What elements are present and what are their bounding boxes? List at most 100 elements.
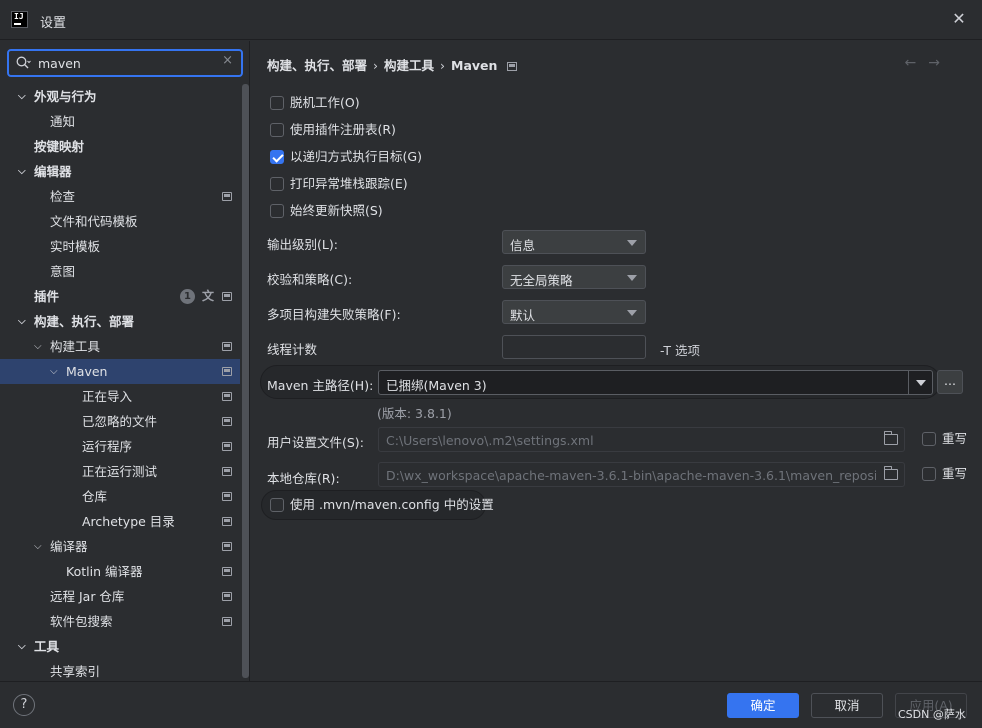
checkbox-checked[interactable] xyxy=(270,150,284,164)
checkbox[interactable] xyxy=(270,204,284,218)
sidebar-item[interactable]: 插件 1 文 xyxy=(0,284,240,309)
local-repo-value: D:\wx_workspace\apache-maven-3.6.1-bin\a… xyxy=(386,468,876,483)
chevron-down-icon[interactable]: ⌵ xyxy=(18,84,30,109)
dialog-footer: ? 确定 取消 应用(A) CSDN @萨水 xyxy=(0,681,982,728)
checkbox[interactable] xyxy=(270,96,284,110)
user-settings-value: C:\Users\lenovo\.m2\settings.xml xyxy=(386,433,594,448)
back-arrow-icon[interactable]: ← xyxy=(905,55,929,71)
project-scope-icon xyxy=(222,292,232,301)
sidebar-item[interactable]: 正在运行测试 xyxy=(0,459,240,484)
search-input[interactable] xyxy=(38,54,218,72)
sidebar-item[interactable]: 软件包搜索 xyxy=(0,609,240,634)
override-checkbox[interactable] xyxy=(922,467,936,481)
cancel-button[interactable]: 取消 xyxy=(811,693,883,718)
sidebar-item-label: 按键映射 xyxy=(34,139,85,154)
maven-home-browse-button[interactable]: ... xyxy=(937,370,963,394)
sidebar-item[interactable]: ⌵ 构建、执行、部署 xyxy=(0,309,240,334)
dropdown-arrow-icon[interactable] xyxy=(908,371,932,394)
project-scope-icon xyxy=(222,442,232,451)
local-repo-input[interactable]: D:\wx_workspace\apache-maven-3.6.1-bin\a… xyxy=(378,462,905,487)
sidebar-item[interactable]: 已忽略的文件 xyxy=(0,409,240,434)
sidebar-item-label: 意图 xyxy=(50,264,76,279)
dropdown-arrow-icon xyxy=(627,240,637,246)
option-label: 以递归方式执行目标(G) xyxy=(290,149,422,164)
folder-icon[interactable] xyxy=(884,431,898,445)
sidebar-item-label: Kotlin 编译器 xyxy=(66,564,143,579)
sidebar-item[interactable]: ⌵ 编辑器 xyxy=(0,159,240,184)
sidebar-item[interactable]: ⌵ 构建工具 xyxy=(0,334,240,359)
sidebar-item[interactable]: 正在导入 xyxy=(0,384,240,409)
sidebar-item[interactable]: ⌵ Maven xyxy=(0,359,240,384)
breadcrumb-build-tools[interactable]: 构建工具 xyxy=(384,55,434,74)
chevron-down-icon[interactable]: ⌵ xyxy=(18,634,30,659)
sidebar-item-label: 远程 Jar 仓库 xyxy=(50,589,125,604)
sidebar-item[interactable]: 仓库 xyxy=(0,484,240,509)
chevron-down-icon[interactable]: ⌵ xyxy=(50,359,62,384)
settings-tree: ⌵ 外观与行为 通知 按键映射 ⌵ 编辑器 检查 文件和代码模板 实时模板 意图 插件 1 文 ⌵ 构建、执… xyxy=(0,84,240,684)
multiproject-fail-select[interactable]: 默认 xyxy=(502,300,646,324)
sidebar-item[interactable]: 意图 xyxy=(0,259,240,284)
output-level-select[interactable]: 信息 xyxy=(502,230,646,254)
sidebar-item[interactable]: 文件和代码模板 xyxy=(0,209,240,234)
project-scope-icon xyxy=(222,592,232,601)
sidebar-scrollbar[interactable] xyxy=(242,84,249,678)
sidebar-item-label: 插件 xyxy=(34,289,60,304)
local-repo-label: 本地仓库(R): xyxy=(267,471,340,486)
intellij-logo-icon: IJ xyxy=(11,11,28,28)
sidebar-item[interactable]: 通知 xyxy=(0,109,240,134)
sidebar-item[interactable]: 按键映射 xyxy=(0,134,240,159)
folder-icon[interactable] xyxy=(884,466,898,480)
sidebar-item[interactable]: ⌵ 编译器 xyxy=(0,534,240,559)
chevron-down-icon[interactable]: ⌵ xyxy=(34,534,46,559)
maven-home-select[interactable]: 已捆绑(Maven 3) xyxy=(378,370,933,395)
sidebar-item[interactable]: 实时模板 xyxy=(0,234,240,259)
breadcrumb-build[interactable]: 构建、执行、部署 xyxy=(267,55,367,74)
breadcrumb-maven: Maven xyxy=(451,58,498,73)
checkbox[interactable] xyxy=(270,177,284,191)
thread-count-input[interactable] xyxy=(502,335,646,359)
sidebar-item[interactable]: 远程 Jar 仓库 xyxy=(0,584,240,609)
sidebar-item-label: 软件包搜索 xyxy=(50,614,113,629)
chevron-down-icon[interactable]: ⌵ xyxy=(18,309,30,334)
help-icon[interactable]: ? xyxy=(13,694,35,716)
sidebar-item[interactable]: 检查 xyxy=(0,184,240,209)
dropdown-arrow-icon xyxy=(627,275,637,281)
sidebar-item-label: Archetype 目录 xyxy=(82,514,175,529)
sidebar-item[interactable]: ⌵ 工具 xyxy=(0,634,240,659)
ok-button[interactable]: 确定 xyxy=(727,693,799,718)
sidebar-item[interactable]: 运行程序 xyxy=(0,434,240,459)
sidebar-item-label: 编辑器 xyxy=(34,164,72,179)
chevron-down-icon[interactable]: ⌵ xyxy=(34,334,46,359)
clear-search-icon[interactable]: × xyxy=(222,53,233,68)
checkbox[interactable] xyxy=(270,123,284,137)
sidebar-item[interactable]: ⌵ 外观与行为 xyxy=(0,84,240,109)
close-icon[interactable]: ✕ xyxy=(950,10,968,28)
override-checkbox[interactable] xyxy=(922,432,936,446)
option-label: 始终更新快照(S) xyxy=(290,203,383,218)
search-box[interactable]: × xyxy=(7,49,243,77)
dropdown-arrow-icon xyxy=(627,310,637,316)
chevron-down-icon[interactable]: ⌵ xyxy=(18,159,30,184)
multiproject-fail-label: 多项目构建失败策略(F): xyxy=(267,307,401,322)
sidebar-item[interactable]: Kotlin 编译器 xyxy=(0,559,240,584)
sidebar-item-label: 实时模板 xyxy=(50,239,101,254)
user-settings-input[interactable]: C:\Users\lenovo\.m2\settings.xml xyxy=(378,427,905,452)
search-icon[interactable] xyxy=(15,55,31,71)
option-label: 打印异常堆栈跟踪(E) xyxy=(290,176,408,191)
checksum-policy-select[interactable]: 无全局策略 xyxy=(502,265,646,289)
override-label: 重写 xyxy=(942,431,968,446)
sidebar-item-label: 仓库 xyxy=(82,489,108,504)
project-scope-icon xyxy=(222,567,232,576)
user-settings-label: 用户设置文件(S): xyxy=(267,435,364,450)
sidebar-item-label: 构建、执行、部署 xyxy=(34,314,135,329)
sidebar-item-label: 编译器 xyxy=(50,539,88,554)
sidebar-item[interactable]: Archetype 目录 xyxy=(0,509,240,534)
option-label: 使用插件注册表(R) xyxy=(290,122,396,137)
mvn-config-checkbox[interactable] xyxy=(270,498,284,512)
sidebar-item-label: 正在导入 xyxy=(82,389,133,404)
mvn-config-label: 使用 .mvn/maven.config 中的设置 xyxy=(290,497,494,512)
sidebar-item-label: 外观与行为 xyxy=(34,89,97,104)
forward-arrow-icon[interactable]: → xyxy=(928,55,952,71)
translate-icon: 文 xyxy=(201,289,214,303)
sidebar-item-label: 工具 xyxy=(34,639,60,654)
